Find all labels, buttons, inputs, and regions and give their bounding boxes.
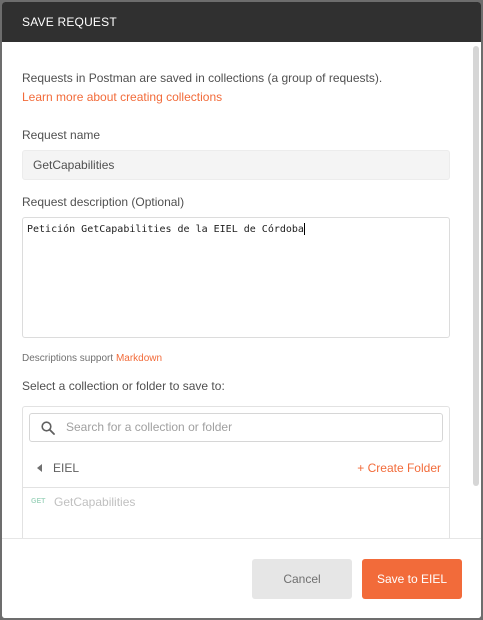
markdown-link[interactable]: Markdown — [116, 353, 162, 364]
modal-scrollbar[interactable] — [473, 46, 479, 486]
collection-search-input[interactable]: Search for a collection or folder — [29, 413, 443, 442]
list-item: GET GetCapabilities — [23, 494, 449, 516]
current-folder-name: EIEL — [53, 461, 80, 475]
description-support-text: Descriptions support — [22, 353, 116, 364]
save-request-modal: SAVE REQUEST Requests in Postman are sav… — [2, 2, 481, 618]
save-button[interactable]: Save to EIEL — [362, 559, 462, 599]
back-arrow-icon[interactable] — [37, 464, 42, 472]
request-method-badge: GET — [31, 498, 46, 505]
collection-picker: Search for a collection or folder EIEL +… — [22, 406, 450, 556]
text-caret — [303, 223, 305, 235]
modal-footer: Cancel Save to EIEL — [2, 538, 481, 618]
request-description-text: Petición GetCapabilities de la EIEL de C… — [27, 224, 304, 235]
search-icon — [41, 421, 55, 435]
request-description-textarea[interactable]: Petición GetCapabilities de la EIEL de C… — [22, 217, 450, 338]
modal-title: SAVE REQUEST — [2, 2, 481, 42]
current-folder-row: EIEL + Create Folder — [23, 451, 449, 487]
description-support-note: Descriptions support Markdown — [22, 353, 162, 364]
collection-select-label: Select a collection or folder to save to… — [22, 379, 225, 393]
intro-section: Requests in Postman are saved in collect… — [22, 69, 382, 107]
request-description-label: Request description (Optional) — [22, 195, 185, 209]
cancel-button[interactable]: Cancel — [252, 559, 352, 599]
intro-text: Requests in Postman are saved in collect… — [22, 71, 383, 85]
request-item-name: GetCapabilities — [54, 495, 136, 509]
collection-search-placeholder: Search for a collection or folder — [66, 420, 233, 434]
request-name-label: Request name — [22, 128, 101, 142]
picker-divider — [23, 487, 449, 488]
create-folder-button[interactable]: + Create Folder — [357, 461, 441, 475]
learn-more-link[interactable]: Learn more about creating collections — [22, 88, 382, 107]
request-name-input[interactable]: GetCapabilities — [22, 150, 450, 180]
